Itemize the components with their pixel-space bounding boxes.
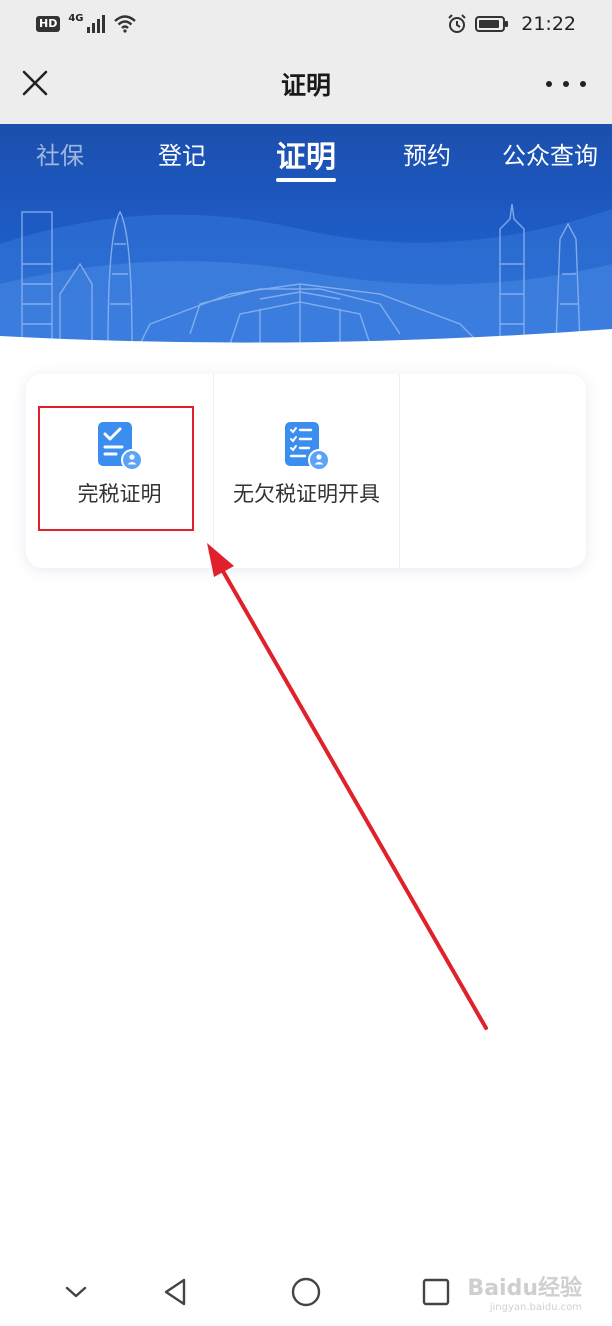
home-circle-icon[interactable] <box>288 1274 324 1310</box>
more-dot <box>580 81 586 87</box>
tab-social-security[interactable]: 社保 <box>36 136 84 171</box>
watermark: Baidu经验 jingyan.baidu.com <box>467 1270 582 1313</box>
alarm-icon <box>448 14 466 33</box>
category-tabs: 社保 登记 证明 预约 公众查询 <box>0 124 612 184</box>
no-arrears-document-icon <box>285 422 330 471</box>
clock: 21:22 <box>521 13 576 35</box>
page-title: 证明 <box>280 71 331 100</box>
network-type: 4G <box>68 12 84 24</box>
service-label: 无欠税证明开具 <box>233 482 380 506</box>
signal-icon <box>86 15 105 33</box>
watermark-url: jingyan.baidu.com <box>489 1302 582 1313</box>
battery-icon <box>475 16 509 32</box>
empty-service-cell <box>400 374 587 568</box>
more-dot <box>546 81 552 87</box>
highlight-annotation-box <box>38 406 194 531</box>
watermark-brand: Baidu经验 <box>467 1276 582 1301</box>
recents-square-icon[interactable] <box>418 1274 454 1310</box>
back-triangle-icon[interactable] <box>158 1274 194 1310</box>
tab-certificate[interactable]: 证明 <box>276 132 336 176</box>
chevron-down-icon[interactable] <box>58 1274 94 1310</box>
hd-badge: HD <box>36 16 61 32</box>
title-bar: 证明 <box>0 48 612 124</box>
wifi-icon <box>113 15 136 33</box>
tab-registration[interactable]: 登记 <box>158 136 206 171</box>
service-no-arrears-certificate[interactable]: 无欠税证明开具 <box>213 374 400 568</box>
tab-public-inquiry[interactable]: 公众查询 <box>502 136 598 171</box>
active-tab-indicator <box>276 178 336 182</box>
status-bar: HD 4G 21:22 <box>0 0 612 48</box>
tab-appointment[interactable]: 预约 <box>403 136 451 171</box>
more-button[interactable] <box>546 76 586 92</box>
more-dot <box>563 81 569 87</box>
